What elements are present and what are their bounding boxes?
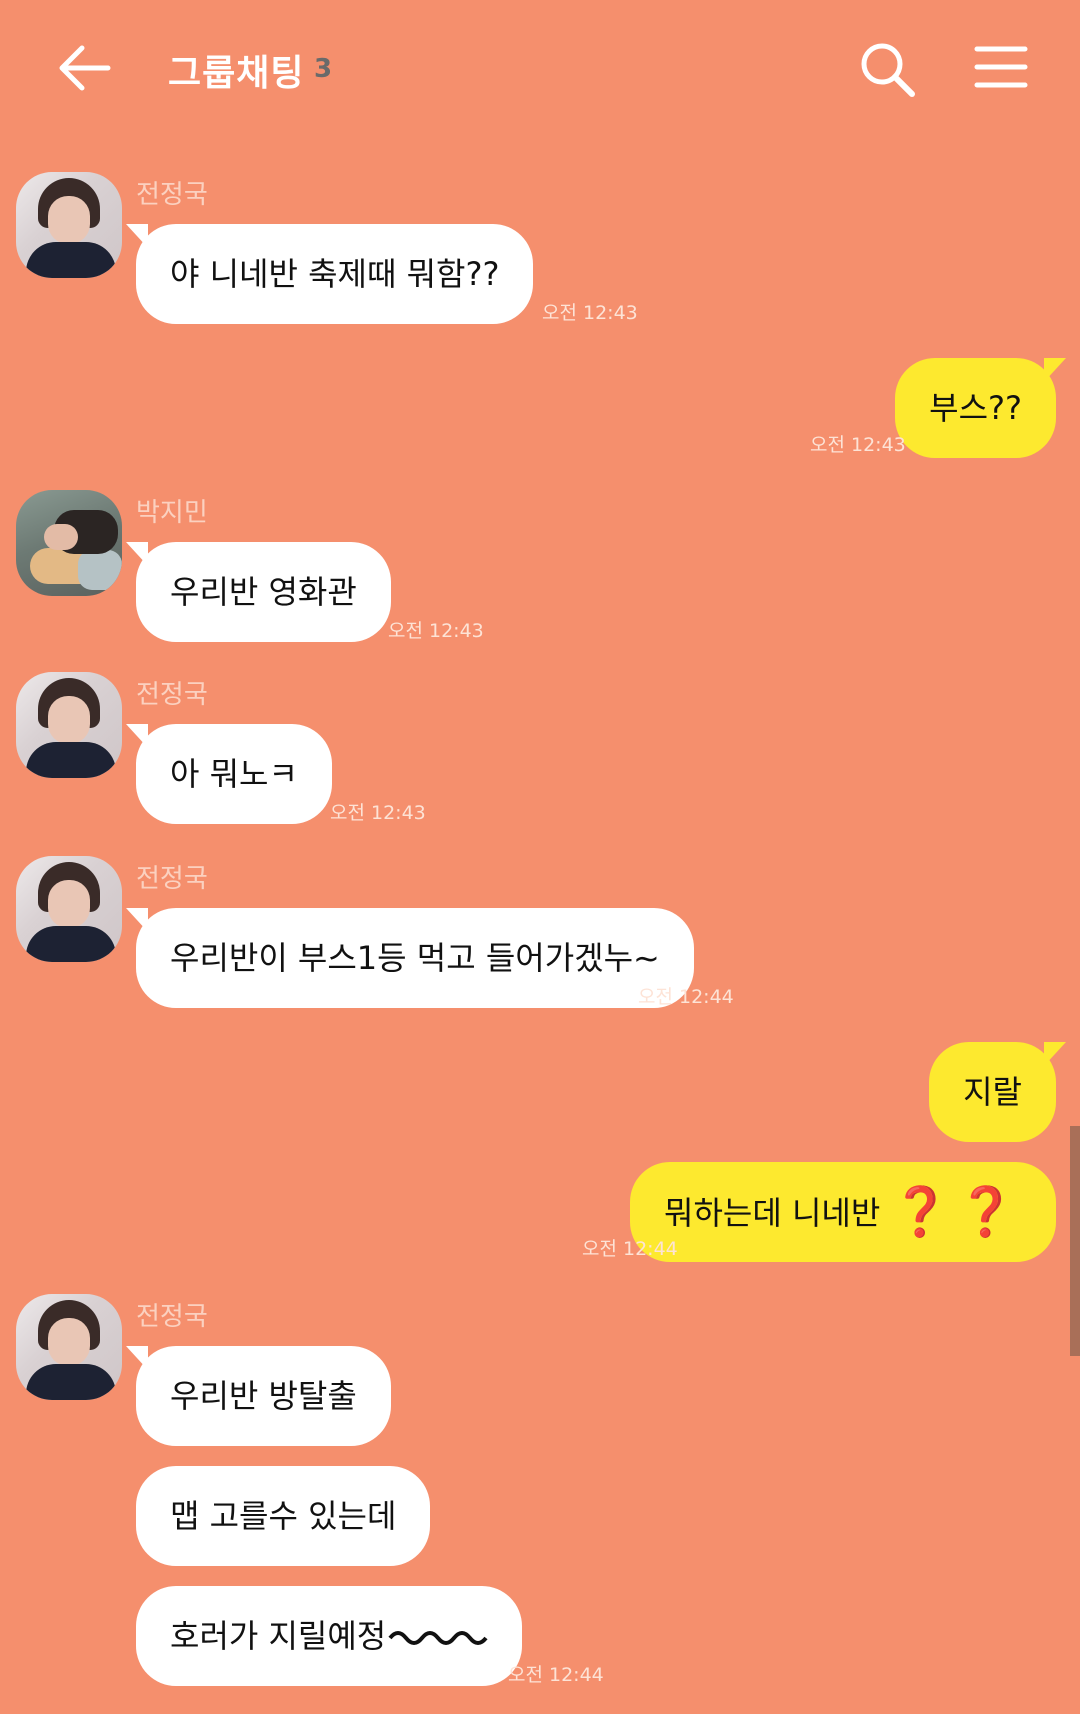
- avatar[interactable]: [16, 490, 122, 596]
- chat-title: 그룹채팅: [168, 53, 305, 94]
- avatar[interactable]: [16, 856, 122, 962]
- search-icon[interactable]: [858, 40, 918, 100]
- question-mark-emoji: ❓❓: [890, 1184, 1022, 1240]
- message-time: 오전 12:44: [638, 986, 734, 1008]
- message-bubble[interactable]: 뭐하는데 니네반 ❓❓: [630, 1162, 1056, 1262]
- back-arrow-icon[interactable]: [54, 40, 114, 96]
- tilde-wave-icon: [388, 1631, 488, 1645]
- hamburger-menu-icon[interactable]: [974, 44, 1028, 90]
- sender-name: 전정국: [136, 864, 208, 894]
- sender-name: 박지민: [136, 498, 208, 528]
- avatar[interactable]: [16, 1294, 122, 1400]
- message-bubble[interactable]: 맵 고를수 있는데: [136, 1466, 431, 1566]
- message-time: 오전 12:43: [330, 802, 426, 824]
- sender-name: 전정국: [136, 680, 208, 710]
- message-text: 뭐하는데 니네반: [664, 1194, 881, 1232]
- message-bubble[interactable]: 우리반 영화관: [126, 542, 391, 642]
- message-time: 오전 12:44: [582, 1238, 678, 1260]
- message-bubble[interactable]: 우리반이 부스1등 먹고 들어가겠누~: [126, 908, 694, 1008]
- message-time: 오전 12:43: [810, 434, 906, 456]
- scrollbar[interactable]: [1070, 1126, 1080, 1356]
- message-bubble[interactable]: 우리반 방탈출: [126, 1346, 391, 1446]
- message-bubble[interactable]: 야 니네반 축제때 뭐함??: [125, 224, 534, 324]
- message-bubble[interactable]: 부스??: [895, 358, 1066, 458]
- message-bubble[interactable]: 호러가 지릴예정: [136, 1586, 523, 1686]
- message-time: 오전 12:43: [388, 620, 484, 642]
- sender-name: 전정국: [136, 180, 208, 210]
- avatar[interactable]: [16, 172, 122, 278]
- message-bubble[interactable]: 아 뭐노ㅋ: [126, 724, 332, 824]
- message-time: 오전 12:44: [508, 1664, 604, 1686]
- member-count: 3: [314, 54, 333, 84]
- message-bubble[interactable]: 지랄: [929, 1042, 1066, 1142]
- message-time: 오전 12:43: [542, 302, 638, 324]
- avatar[interactable]: [16, 672, 122, 778]
- message-text: 호러가 지릴예정: [170, 1617, 387, 1655]
- sender-name: 전정국: [136, 1302, 208, 1332]
- chat-header: 그룹채팅 3: [0, 0, 1080, 140]
